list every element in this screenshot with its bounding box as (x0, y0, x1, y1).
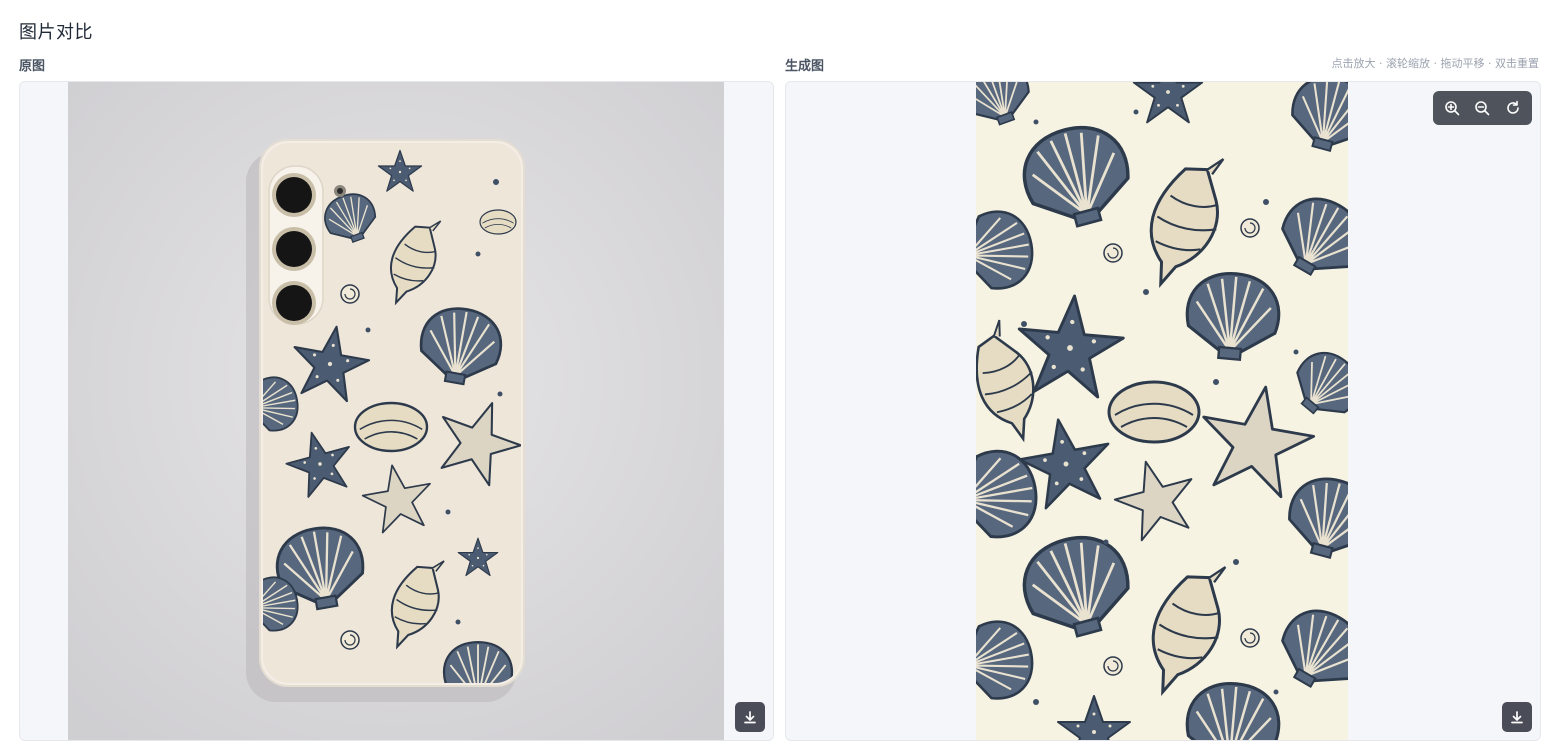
download-icon (1511, 711, 1523, 724)
zoom-in-icon (1445, 101, 1460, 116)
zoom-out-button[interactable] (1470, 96, 1494, 120)
original-photo[interactable] (68, 82, 724, 740)
page-title: 图片对比 (19, 22, 93, 43)
reset-view-button[interactable] (1501, 96, 1525, 120)
zoom-toolbar (1433, 91, 1532, 125)
viewer-usage-hint: 点击放大 · 滚轮缩放 · 拖动平移 · 双击重置 (1331, 57, 1539, 70)
download-generated-button[interactable] (1502, 702, 1532, 732)
generated-image-panel (785, 81, 1541, 741)
original-image-label: 原图 (19, 59, 46, 74)
download-original-button[interactable] (735, 702, 765, 732)
generated-image-label: 生成图 (785, 59, 825, 74)
original-image-panel (19, 81, 774, 741)
reset-icon (1507, 100, 1519, 114)
zoom-in-button[interactable] (1440, 96, 1464, 120)
download-icon (744, 711, 756, 724)
generated-image[interactable] (947, 82, 1382, 740)
zoom-out-icon (1475, 101, 1490, 116)
